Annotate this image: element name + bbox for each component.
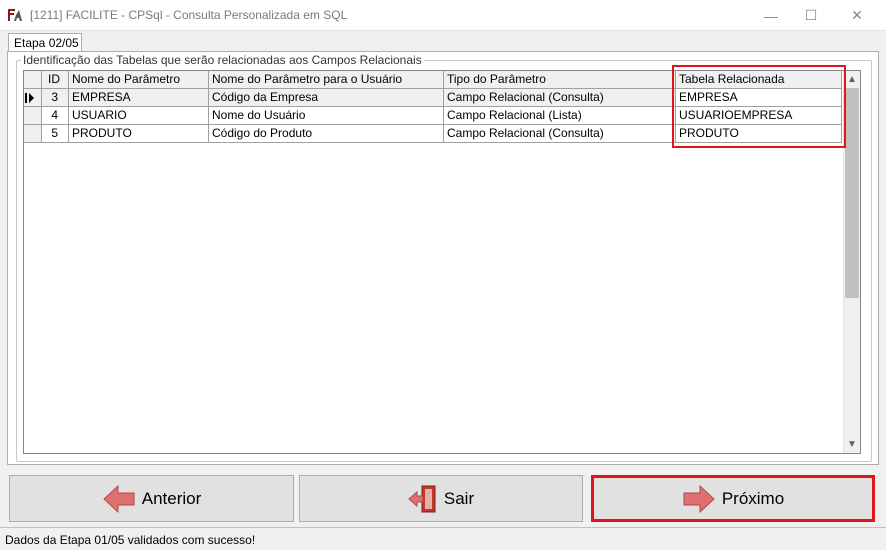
- cell-type[interactable]: Campo Relacional (Consulta): [444, 125, 676, 143]
- row-indicator-bar: [25, 93, 27, 103]
- current-row-arrow-icon: [29, 93, 34, 103]
- exit-button[interactable]: Sair: [299, 475, 583, 522]
- column-header-name[interactable]: Nome do Parâmetro: [69, 71, 209, 89]
- exit-button-label: Sair: [443, 488, 475, 508]
- group-box-label: Identificação das Tabelas que serão rela…: [21, 53, 424, 67]
- row-indicator: [24, 89, 42, 107]
- title-bar: [1211] FACILITE - CPSql - Consulta Perso…: [0, 0, 886, 31]
- column-header-user-name[interactable]: Nome do Parâmetro para o Usuário: [209, 71, 444, 89]
- scroll-up-arrow-icon[interactable]: ▲: [844, 71, 860, 88]
- next-button[interactable]: Próximo: [591, 475, 875, 522]
- row-indicator: [24, 125, 42, 143]
- status-bar: Dados da Etapa 01/05 validados com suces…: [0, 527, 886, 550]
- scroll-thumb[interactable]: [845, 88, 859, 298]
- exit-door-icon: [408, 485, 436, 512]
- row-indicator: [24, 107, 42, 125]
- maximize-button[interactable]: ☐: [788, 0, 834, 31]
- cell-id[interactable]: 5: [42, 125, 69, 143]
- next-button-label: Próximo: [721, 488, 785, 508]
- arrow-left-icon: [102, 484, 135, 513]
- cell-name[interactable]: EMPRESA: [69, 89, 209, 107]
- cell-user-name[interactable]: Código do Produto: [209, 125, 444, 143]
- app-logo-icon: [8, 9, 22, 21]
- cell-user-name[interactable]: Código da Empresa: [209, 89, 444, 107]
- column-header-type[interactable]: Tipo do Parâmetro: [444, 71, 676, 89]
- close-button[interactable]: ✕: [834, 0, 880, 31]
- cell-name[interactable]: PRODUTO: [69, 125, 209, 143]
- cell-type[interactable]: Campo Relacional (Consulta): [444, 89, 676, 107]
- header-indicator-cell: [24, 71, 42, 89]
- arrow-right-icon: [683, 484, 715, 513]
- previous-button[interactable]: Anterior: [9, 475, 294, 522]
- related-table-highlight: [672, 65, 846, 148]
- cell-id[interactable]: 3: [42, 89, 69, 107]
- cell-user-name[interactable]: Nome do Usuário: [209, 107, 444, 125]
- cell-id[interactable]: 4: [42, 107, 69, 125]
- cell-type[interactable]: Campo Relacional (Lista): [444, 107, 676, 125]
- tab-etapa[interactable]: Etapa 02/05: [8, 33, 82, 52]
- status-message: Dados da Etapa 01/05 validados com suces…: [5, 533, 256, 547]
- scroll-down-arrow-icon[interactable]: ▼: [844, 436, 860, 453]
- previous-button-label: Anterior: [141, 488, 202, 508]
- column-header-id[interactable]: ID: [42, 71, 69, 89]
- cell-name[interactable]: USUARIO: [69, 107, 209, 125]
- window-title: [1211] FACILITE - CPSql - Consulta Perso…: [30, 8, 348, 22]
